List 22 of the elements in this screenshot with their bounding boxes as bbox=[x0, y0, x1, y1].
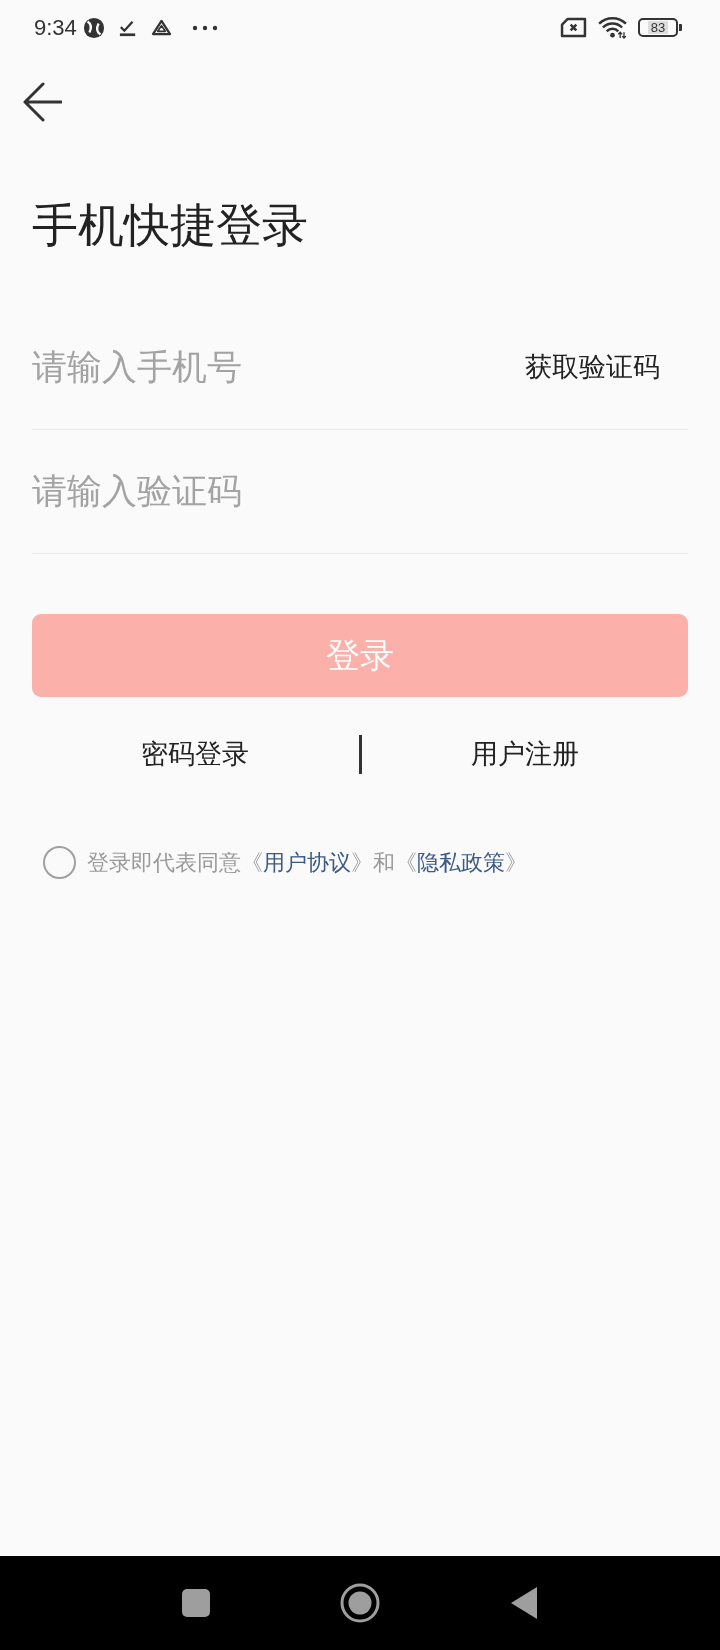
ball-icon bbox=[82, 16, 105, 39]
triangle-icon bbox=[150, 19, 172, 36]
page-title: 手机快捷登录 bbox=[32, 198, 308, 252]
check-download-icon bbox=[118, 18, 137, 37]
agreement-text: 登录即代表同意《用户协议》和《隐私政策》 bbox=[87, 848, 527, 877]
phone-input-field[interactable]: 请输入手机号 bbox=[32, 341, 525, 394]
back-arrow-icon[interactable] bbox=[22, 82, 62, 122]
wifi-icon bbox=[597, 16, 628, 39]
agreement-checkbox[interactable] bbox=[43, 845, 76, 879]
agreement-link[interactable]: 用户协议 bbox=[263, 849, 351, 875]
status-time: 9:34 bbox=[34, 16, 77, 39]
password-login-link[interactable]: 密码登录 bbox=[141, 734, 250, 775]
back-triangle-icon[interactable] bbox=[510, 1586, 538, 1620]
more-dots-icon bbox=[191, 24, 218, 31]
agreement-link[interactable]: 隐私政策 bbox=[417, 849, 505, 875]
battery-level: 83 bbox=[647, 21, 669, 34]
register-link[interactable]: 用户注册 bbox=[470, 734, 579, 775]
home-circle-icon[interactable] bbox=[340, 1583, 380, 1623]
get-code-button[interactable]: 获取验证码 bbox=[525, 347, 688, 388]
recents-square-icon[interactable] bbox=[182, 1589, 210, 1617]
no-sim-icon bbox=[560, 17, 587, 38]
code-input-field[interactable]: 请输入验证码 bbox=[32, 465, 688, 518]
